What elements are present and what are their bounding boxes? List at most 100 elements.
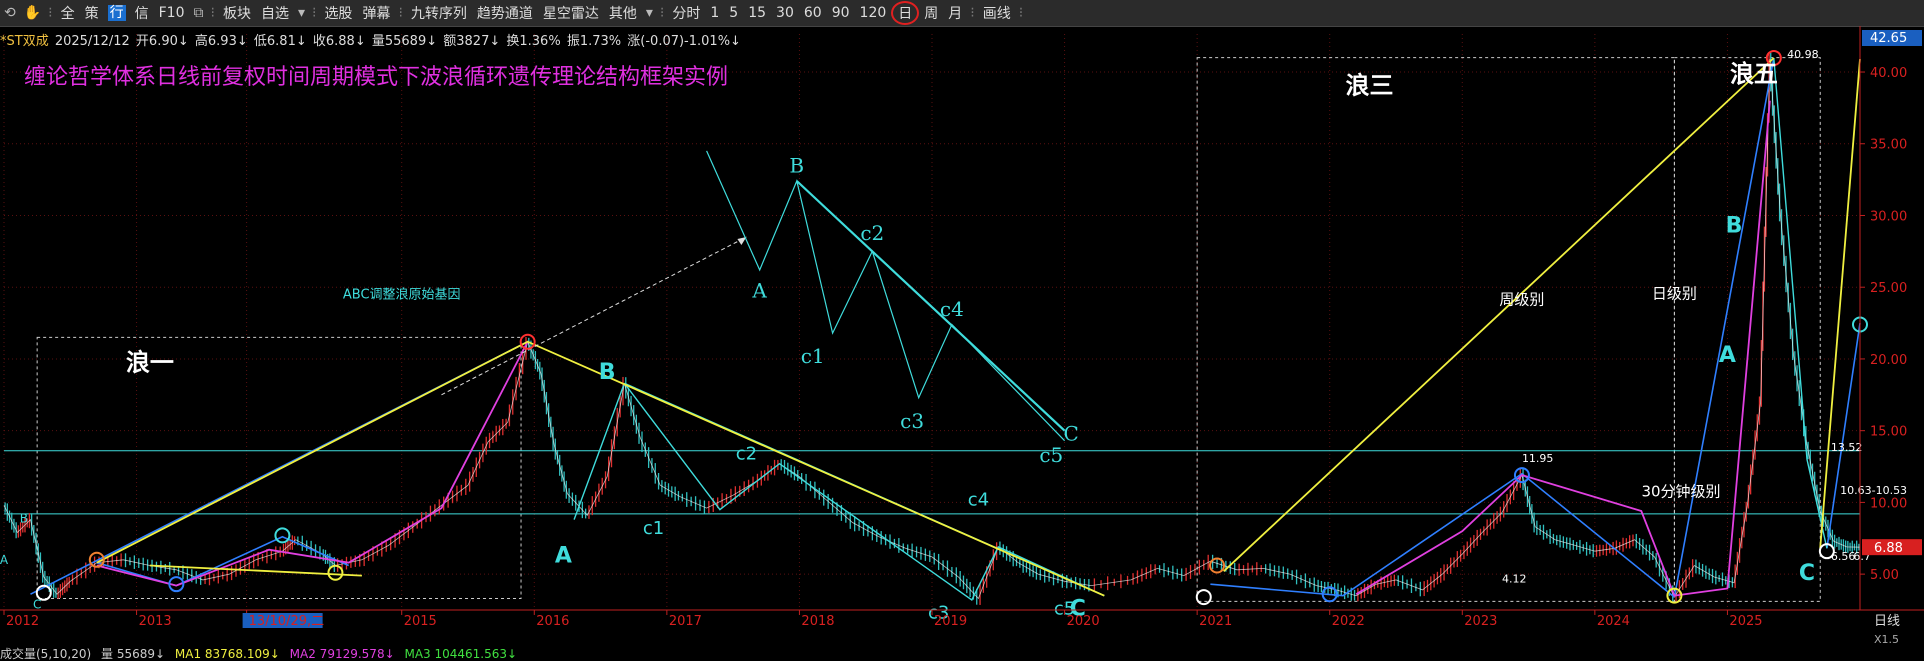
wave-label: A	[1719, 343, 1736, 368]
inset-label: c4	[940, 297, 964, 321]
info-date: 2025/12/12	[54, 34, 130, 49]
yellow-wave-line	[1819, 59, 1861, 549]
wave-label: ABC调整浪原始基因	[343, 288, 461, 303]
info-high: 高6.93↓	[194, 34, 248, 49]
menu-ce[interactable]: 策	[80, 0, 104, 26]
volume-title: 成交量(5,10,20)	[0, 647, 92, 661]
price-label: 13.52	[1831, 441, 1863, 454]
menu-jiuzhuan[interactable]: 九转序列	[406, 0, 472, 26]
period-week[interactable]: 周	[919, 0, 943, 26]
inset-label: c2	[860, 221, 884, 245]
y-tick-label: 10.00	[1870, 496, 1907, 511]
menu-huaxian[interactable]: 画线	[978, 0, 1016, 26]
inset-trend-line	[796, 180, 1066, 432]
menu-xingkong[interactable]: 星空雷达	[538, 0, 604, 26]
info-amount: 额3827↓	[443, 34, 501, 49]
menu-bankuai[interactable]: 板块	[218, 0, 256, 26]
info-amplitude: 振1.73%	[566, 34, 622, 49]
menu-qita[interactable]: 其他	[604, 0, 642, 26]
back-icon[interactable]: ⟲	[0, 5, 20, 21]
pivot-circle	[327, 564, 344, 581]
dropdown-arrow-icon[interactable]: ▾	[294, 5, 309, 21]
inset-label: c3	[900, 409, 924, 433]
wave-label: 日级别	[1652, 285, 1697, 303]
inset-label: c1	[801, 344, 825, 368]
toolbar-separator: ⁝	[398, 5, 403, 21]
pivot-circles	[35, 49, 1868, 606]
wave-label: 周级别	[1499, 290, 1544, 308]
y-tick-label: 15.00	[1870, 425, 1907, 440]
inset-label: C	[1064, 422, 1079, 446]
wave-label: 30分钟级别	[1641, 483, 1720, 501]
grid-lines	[3, 34, 1860, 610]
menu-zixuan[interactable]: 自选	[256, 0, 294, 26]
menu-xin[interactable]: 信	[130, 0, 154, 26]
stock-name: *ST双成	[0, 34, 49, 49]
price-label: 4.12	[1502, 573, 1527, 586]
toolbar-separator: ⁝	[311, 5, 317, 21]
wave-label: A	[555, 544, 572, 569]
inset-label: c5	[1039, 443, 1063, 467]
price-label: 10.63-10.53	[1840, 484, 1907, 497]
x-tick-label: 2022	[1332, 614, 1365, 629]
wave-label: 浪一	[126, 348, 174, 376]
period-1[interactable]: 1	[705, 0, 724, 26]
wave-label: 浪三	[1345, 72, 1393, 100]
wave-box	[1673, 57, 1821, 602]
menu-danmu[interactable]: 弹幕	[357, 0, 395, 26]
toolbar-separator: ⁝	[210, 5, 215, 21]
blue-wave-line	[1210, 472, 1675, 598]
period-fenshi[interactable]: 分时	[667, 0, 705, 26]
x-tick-label: 2015	[404, 614, 437, 629]
wave-label: C	[33, 598, 41, 612]
magenta-wave-line	[1355, 100, 1771, 597]
wave-lines	[30, 57, 1861, 602]
period-5[interactable]: 5	[724, 0, 743, 26]
toolbar-separator: ⁝	[48, 5, 53, 21]
pivot-circle	[1195, 589, 1212, 606]
wave-label: C	[1799, 561, 1815, 586]
x-tick-label: 2021	[1199, 614, 1232, 629]
hand-icon[interactable]: ✋	[20, 5, 45, 21]
x-tick-label: 2017	[669, 614, 702, 629]
info-open: 开6.90↓	[135, 34, 189, 49]
menu-hang[interactable]: 行	[107, 5, 126, 21]
dropdown-arrow-icon[interactable]: ▾	[642, 5, 657, 21]
wave-label: 浪五	[1730, 60, 1778, 88]
x-tick-label: 2018	[801, 614, 834, 629]
wave-boxes	[36, 57, 1821, 602]
period-90[interactable]: 90	[827, 0, 855, 26]
y-tick-label: 20.00	[1870, 353, 1907, 368]
wave-label: B	[599, 360, 616, 385]
period-15[interactable]: 15	[743, 0, 771, 26]
period-60[interactable]: 60	[799, 0, 827, 26]
x-tick-label: 2016	[536, 614, 569, 629]
menu-xuangu[interactable]: 选股	[319, 0, 357, 26]
price-chart[interactable]: B Ac1 c2 c3 c4 Cc5 40.98 11.95 4.12 13.52 10.63-1…	[0, 26, 1924, 648]
window-icon[interactable]: ⧉	[190, 5, 208, 21]
volume-ma2: MA2 79129.578↓	[289, 647, 395, 661]
inset-label: A	[751, 278, 767, 302]
x-tick-label: 2025	[1729, 614, 1762, 629]
menu-qushi[interactable]: 趋势通道	[472, 0, 538, 26]
wave-label: c2	[736, 443, 757, 464]
volume-value: 量 55689↓	[101, 647, 166, 661]
top-price-badge-text: 42.65	[1870, 31, 1907, 46]
period-label: 日线	[1874, 614, 1900, 629]
volume-ma1: MA1 83768.109↓	[174, 647, 280, 661]
wave-label: B	[20, 511, 28, 525]
period-month[interactable]: 月	[943, 0, 967, 26]
info-turnover: 换1.36%	[506, 34, 561, 49]
menu-quan[interactable]: 全	[56, 0, 80, 26]
period-120[interactable]: 120	[855, 0, 892, 26]
info-close: 收6.88↓	[312, 34, 366, 49]
price-label: 6.56	[1831, 550, 1856, 563]
y-tick-label: 5.00	[1870, 568, 1899, 583]
x-tick-label: 2020	[1067, 614, 1100, 629]
chart-title: 缠论哲学体系日线前复权时间周期模式下波浪循环遗传理论结构框架实例	[24, 65, 728, 90]
wave-label: B	[1726, 214, 1743, 239]
period-day[interactable]: 日	[891, 1, 920, 25]
period-30[interactable]: 30	[771, 0, 799, 26]
y-tick-label: 40.00	[1870, 66, 1907, 81]
menu-f10[interactable]: F10	[154, 0, 190, 26]
